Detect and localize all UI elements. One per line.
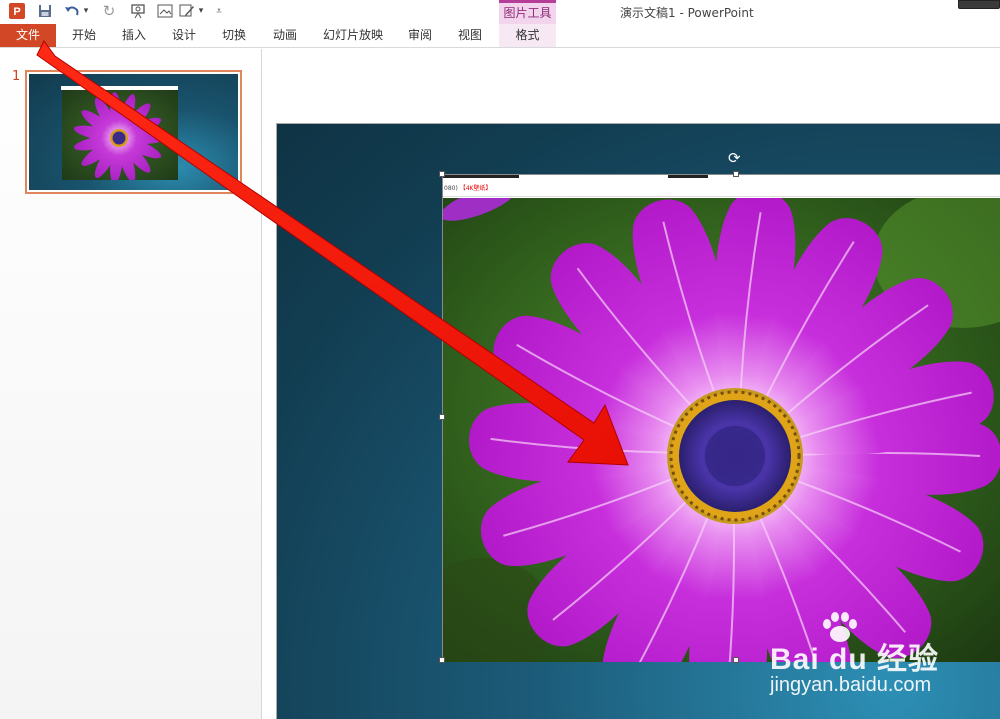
baidu-jingyan-watermark: Bai du 经验 jingyan.baidu.com <box>770 612 1000 712</box>
watermark-brand: Bai du 经验 <box>770 643 940 676</box>
watermark-url: jingyan.baidu.com <box>770 674 932 696</box>
powerpoint-window: P ▾ ↻ ▾ ⩡ 图片工具 演示文稿1 - PowerPoint 文件 开始 … <box>0 0 1000 719</box>
